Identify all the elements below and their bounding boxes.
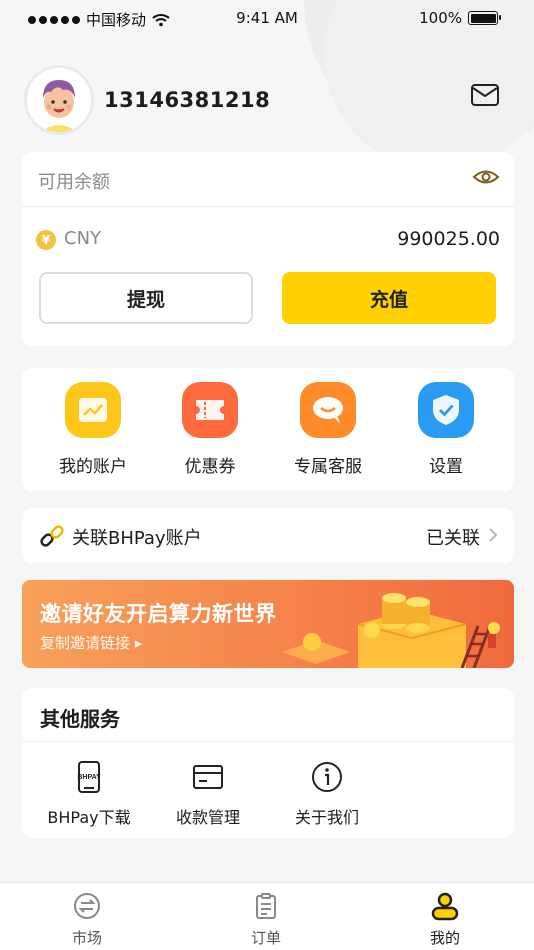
exchange-icon xyxy=(74,893,100,919)
card-icon xyxy=(193,765,223,789)
tab-mine[interactable]: 我的 xyxy=(400,891,490,948)
yuan-coin-icon: ¥ xyxy=(36,230,56,250)
service-bhpay-download[interactable]: BHPAY BHPay下载 xyxy=(29,760,149,828)
service-payment-management[interactable]: 收款管理 xyxy=(148,760,268,828)
avatar[interactable] xyxy=(24,65,94,135)
currency-label: CNY xyxy=(64,228,102,249)
tab-label: 市场 xyxy=(71,929,102,947)
tab-orders[interactable]: 订单 xyxy=(221,891,311,948)
other-services-card: 其他服务 BHPAY BHPay下载 收款管理 关于我们 xyxy=(22,688,514,838)
action-settings[interactable]: 设置 xyxy=(391,382,501,477)
divider xyxy=(22,206,514,207)
bhpay-phone-icon: BHPAY xyxy=(77,761,101,793)
coupon-icon xyxy=(182,382,238,438)
tab-label: 我的 xyxy=(429,929,460,947)
clipboard-icon xyxy=(256,893,276,919)
invite-banner[interactable]: 邀请好友开启算力新世界 复制邀请链接 ▸ xyxy=(22,580,514,668)
action-label: 专属客服 xyxy=(294,457,362,477)
service-label: 关于我们 xyxy=(294,808,359,827)
link-status: 已关联 xyxy=(426,528,480,549)
status-right: 100% xyxy=(419,9,501,27)
user-phone: 13146381218 xyxy=(104,88,271,112)
banner-title: 邀请好友开启算力新世界 xyxy=(40,602,277,626)
profile-header: 13146381218 xyxy=(24,65,270,135)
profile-page: 中国移动 9:41 AM 100% 13146381218 可用余额 ¥ CNY… xyxy=(0,0,534,950)
service-label: 收款管理 xyxy=(175,808,240,827)
balance-label: 可用余额 xyxy=(38,172,110,193)
chevron-right-icon xyxy=(489,528,498,542)
battery-percent: 100% xyxy=(419,9,462,27)
service-label: BHPay下载 xyxy=(47,808,131,827)
action-my-account[interactable]: 我的账户 xyxy=(38,382,148,477)
balance-amount: 990025.00 xyxy=(397,228,500,250)
mail-icon[interactable] xyxy=(470,82,500,108)
battery-icon xyxy=(468,11,501,25)
section-title: 其他服务 xyxy=(40,707,120,731)
link-bhpay-row[interactable]: 关联BHPay账户 已关联 xyxy=(22,508,514,563)
action-label: 我的账户 xyxy=(59,457,127,477)
link-label: 关联BHPay账户 xyxy=(72,528,202,549)
svg-text:BHPAY: BHPAY xyxy=(77,774,101,781)
avatar-illustration xyxy=(27,68,91,132)
eye-icon[interactable] xyxy=(472,166,500,188)
recharge-button[interactable]: 充值 xyxy=(282,272,496,324)
copy-invite-link[interactable]: 复制邀请链接 ▸ xyxy=(40,632,142,653)
user-icon xyxy=(431,892,459,921)
tab-market[interactable]: 市场 xyxy=(42,891,132,948)
shield-check-icon xyxy=(418,382,474,438)
tab-bar: 市场 订单 我的 xyxy=(0,882,534,950)
action-customer-service[interactable]: 专属客服 xyxy=(273,382,383,477)
tab-label: 订单 xyxy=(250,929,281,947)
info-icon xyxy=(312,762,342,792)
quick-actions: 我的账户 优惠券 专属客服 设置 xyxy=(22,368,514,491)
link-icon xyxy=(40,525,64,547)
chat-icon xyxy=(300,382,356,438)
balance-card: 可用余额 ¥ CNY 990025.00 提现 充值 xyxy=(22,152,514,346)
account-icon xyxy=(65,382,121,438)
action-coupon[interactable]: 优惠券 xyxy=(155,382,265,477)
action-label: 优惠券 xyxy=(184,457,236,477)
withdraw-button[interactable]: 提现 xyxy=(39,272,253,324)
action-label: 设置 xyxy=(429,457,463,477)
coins-illustration xyxy=(282,593,500,668)
status-bar: 中国移动 9:41 AM 100% xyxy=(0,0,534,40)
service-about-us[interactable]: 关于我们 xyxy=(267,760,387,828)
divider xyxy=(22,741,514,742)
